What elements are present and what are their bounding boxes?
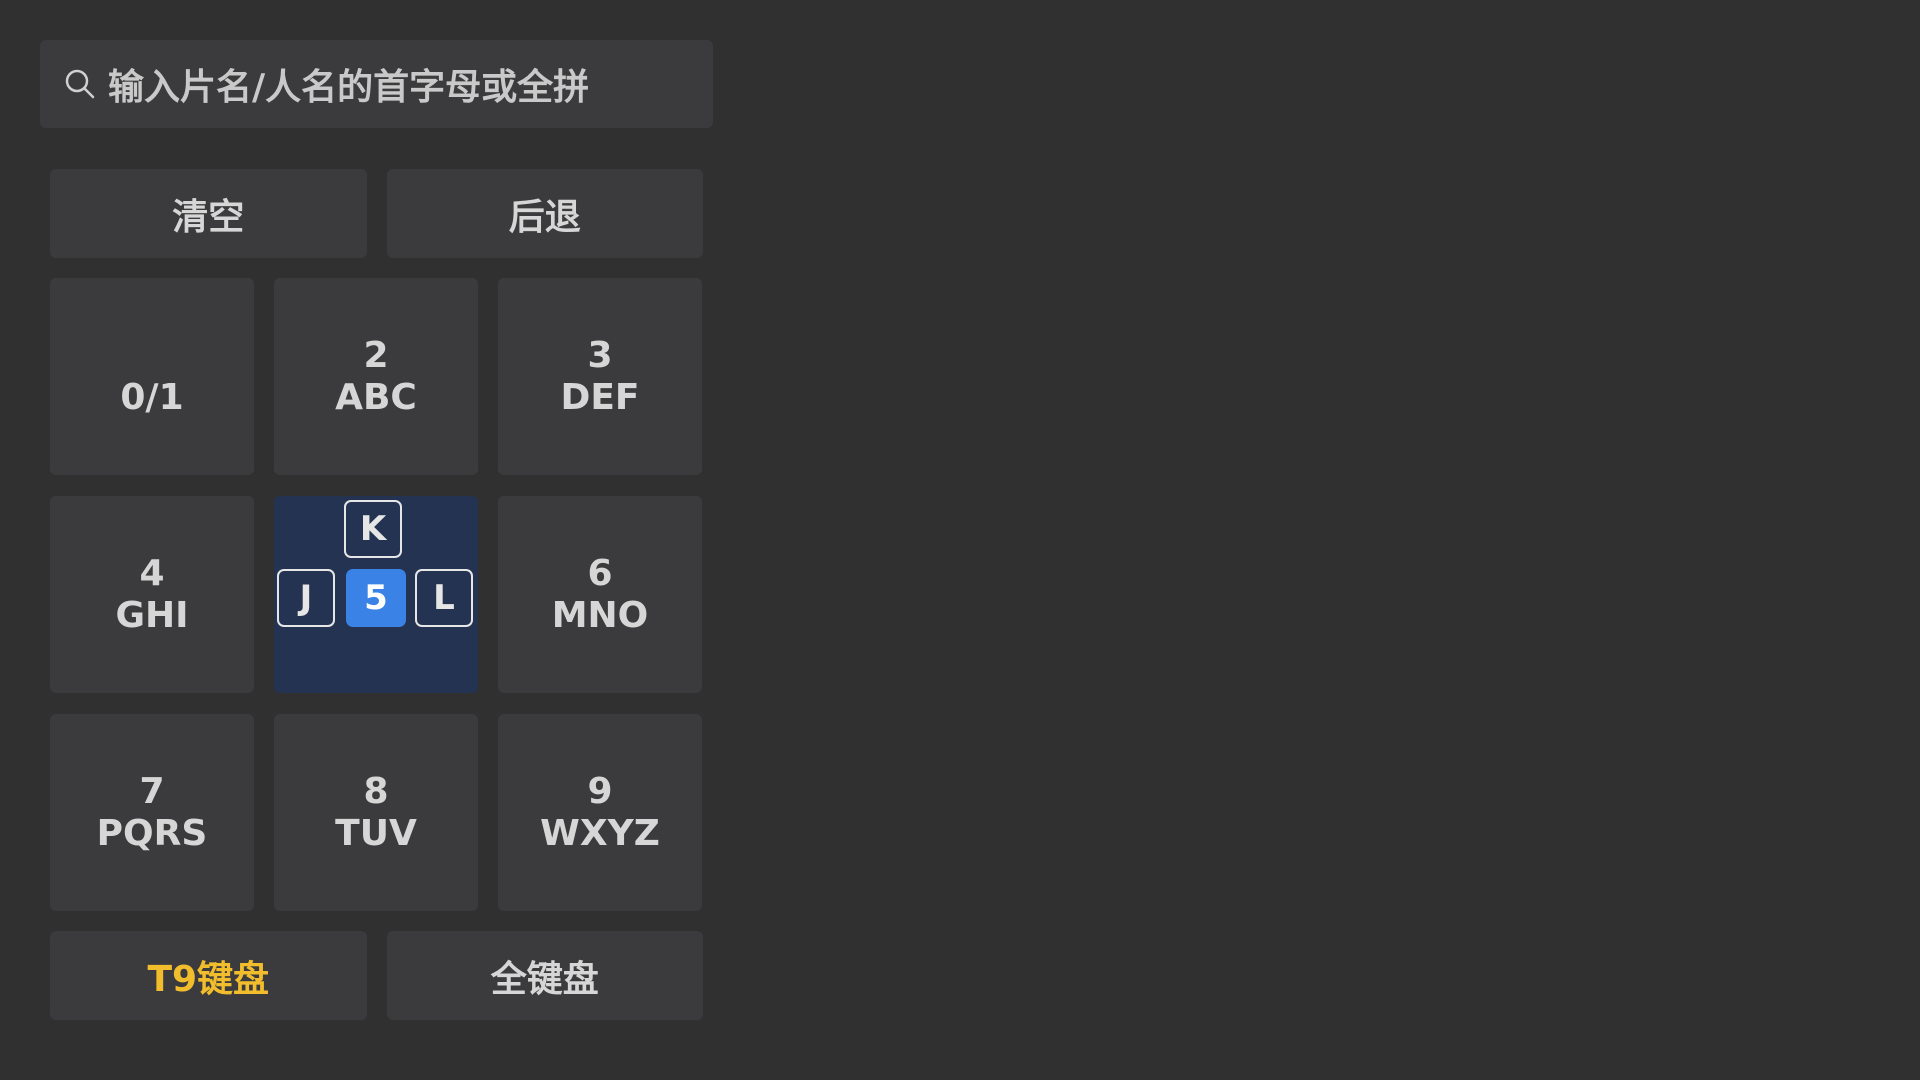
full-keyboard-tab[interactable]: 全键盘 bbox=[386, 931, 703, 1020]
t9-keyboard-tab[interactable]: T9键盘 bbox=[50, 931, 367, 1020]
clear-button[interactable]: 清空 bbox=[50, 169, 367, 258]
key-number: 6 bbox=[587, 552, 613, 594]
key-5-expanded: K J 5 L bbox=[274, 496, 478, 693]
key-letters: WXYZ bbox=[540, 812, 660, 854]
key-letters: 0/1 bbox=[120, 376, 184, 418]
subkey-l[interactable]: L bbox=[415, 569, 473, 627]
key-number: 3 bbox=[587, 334, 613, 376]
key-number: 7 bbox=[139, 770, 165, 812]
search-icon bbox=[64, 68, 96, 100]
key-letters: DEF bbox=[560, 376, 640, 418]
key-letters: PQRS bbox=[96, 812, 208, 854]
key-number: 4 bbox=[139, 552, 165, 594]
key-3[interactable]: 3 DEF bbox=[498, 278, 702, 475]
action-row: 清空 后退 bbox=[50, 169, 703, 258]
key-letters: TUV bbox=[335, 812, 417, 854]
subkey-j[interactable]: J bbox=[277, 569, 335, 627]
keyboard-mode-row: T9键盘 全键盘 bbox=[50, 931, 703, 1020]
subkey-k[interactable]: K bbox=[344, 500, 402, 558]
search-input[interactable]: 输入片名/人名的首字母或全拼 bbox=[40, 40, 713, 128]
key-6[interactable]: 6 MNO bbox=[498, 496, 702, 693]
t9-search-panel: 输入片名/人名的首字母或全拼 清空 后退 0/1 2 ABC 3 DEF 4 G… bbox=[40, 40, 714, 1020]
key-number: 8 bbox=[363, 770, 389, 812]
key-letters: GHI bbox=[115, 594, 189, 636]
subkey-5-focused[interactable]: 5 bbox=[346, 569, 406, 627]
key-9[interactable]: 9 WXYZ bbox=[498, 714, 702, 911]
key-number: 2 bbox=[363, 334, 389, 376]
key-letters: ABC bbox=[335, 376, 417, 418]
key-number: 9 bbox=[587, 770, 613, 812]
key-7[interactable]: 7 PQRS bbox=[50, 714, 254, 911]
key-8[interactable]: 8 TUV bbox=[274, 714, 478, 911]
key-2[interactable]: 2 ABC bbox=[274, 278, 478, 475]
backspace-button[interactable]: 后退 bbox=[386, 169, 703, 258]
search-placeholder: 输入片名/人名的首字母或全拼 bbox=[108, 67, 590, 108]
key-0-1[interactable]: 0/1 bbox=[50, 278, 254, 475]
key-4[interactable]: 4 GHI bbox=[50, 496, 254, 693]
t9-keypad: 0/1 2 ABC 3 DEF 4 GHI K J 5 L 6 MNO 7 PQ… bbox=[50, 278, 703, 911]
key-letters: MNO bbox=[551, 594, 649, 636]
